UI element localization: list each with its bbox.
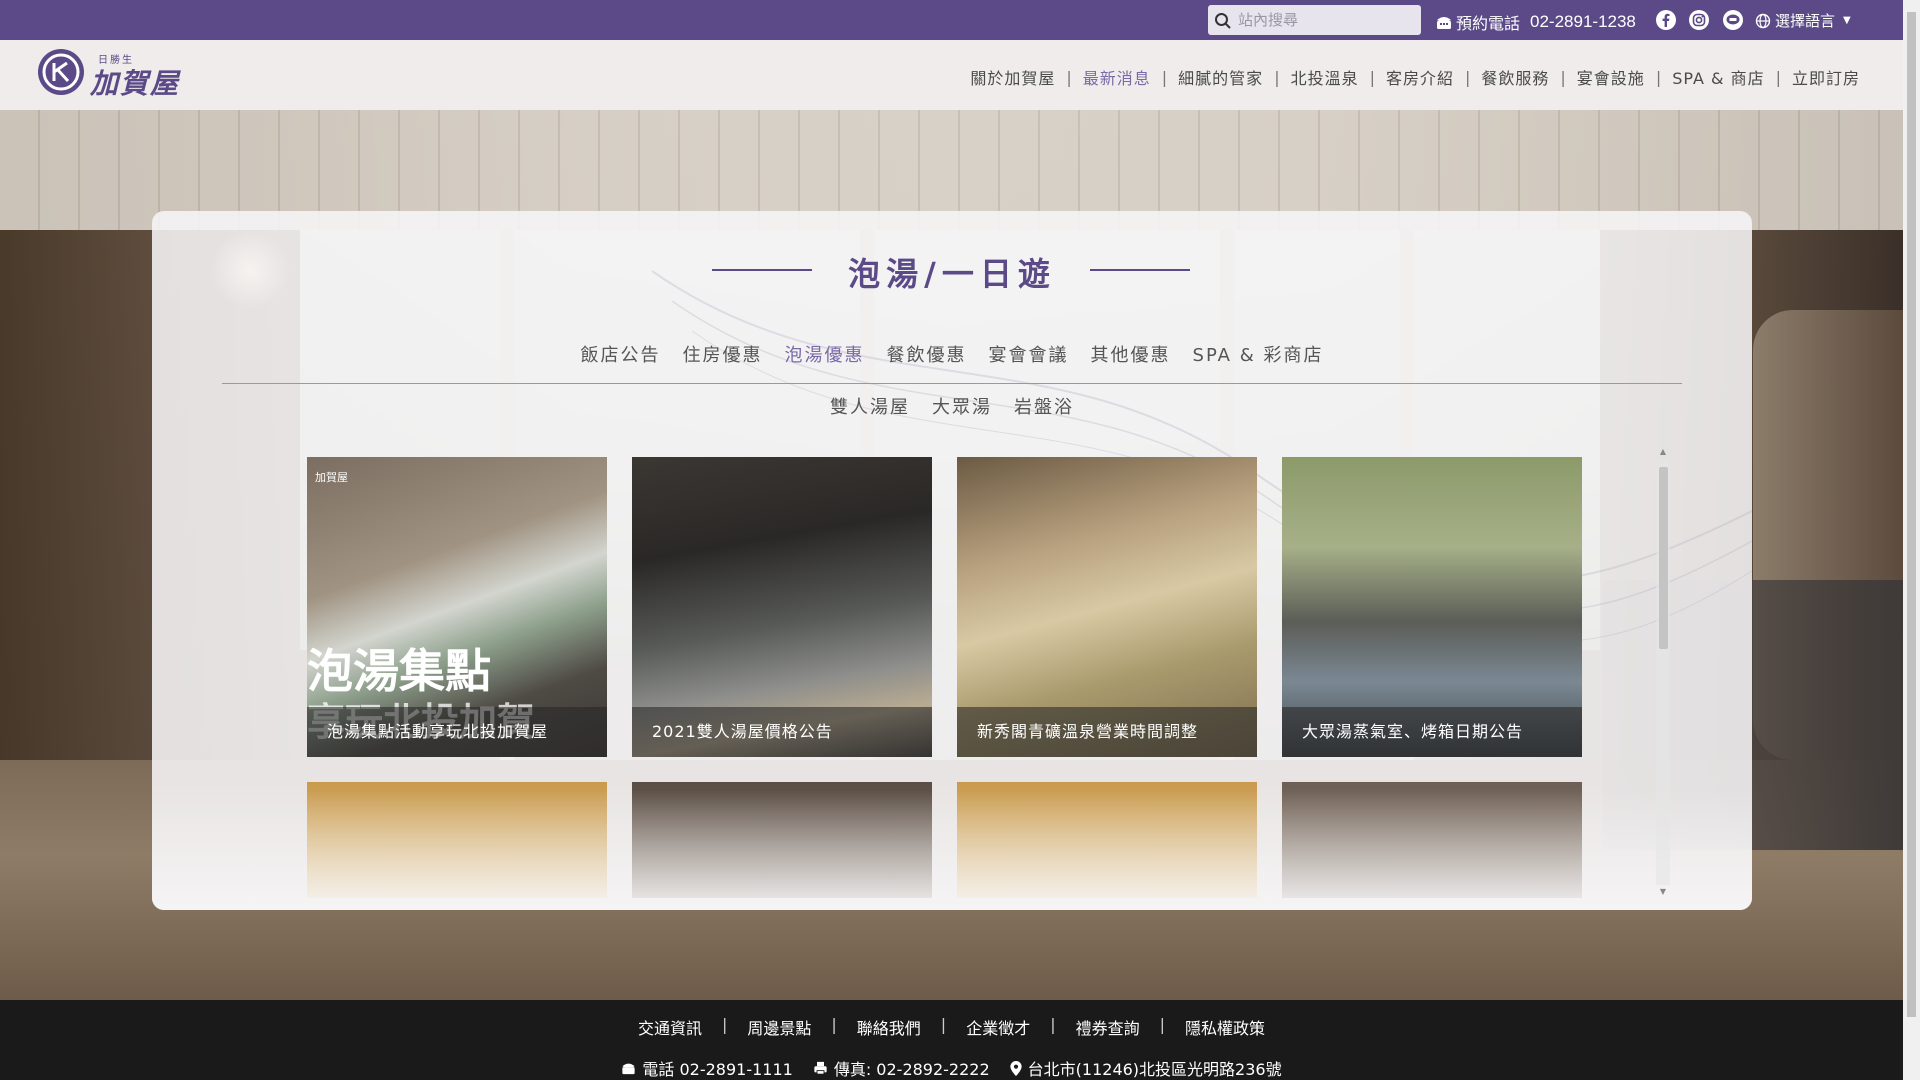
site-header: 日勝生 加賀屋 關於加賀屋 | 最新消息 | 細膩的管家 | 北投溫泉 | 客房介紹 | 餐飲服務 |… <box>0 40 1903 110</box>
footer-address: 台北市(11246)北投區光明路236號 <box>1010 1056 1282 1080</box>
category-tab[interactable]: 飯店公告 <box>581 341 661 367</box>
caret-down-icon: ▼ <box>1843 15 1851 26</box>
category-tab[interactable]: SPA & 彩商店 <box>1193 341 1324 367</box>
category-tabs: 飯店公告 住房優惠 泡湯優惠 餐飲優惠 宴會會議 其他優惠 SPA & 彩商店 <box>152 341 1752 367</box>
card-logo-text: 加賀屋 <box>315 471 348 484</box>
footer-links: 交通資訊 | 周邊景點 | 聯絡我們 | 企業徵才 | 禮券查詢 | 隱私權政策 <box>0 1015 1903 1039</box>
footer-link[interactable]: 隱私權政策 <box>1185 1015 1265 1039</box>
grid-scrollbar[interactable]: ▲ ▼ <box>1656 447 1670 899</box>
facebook-icon[interactable] <box>1656 10 1676 30</box>
subcategory-tab[interactable]: 岩盤浴 <box>1014 393 1074 419</box>
category-tab[interactable]: 宴會會議 <box>989 341 1069 367</box>
footer-separator: | <box>721 1015 728 1034</box>
category-tab[interactable]: 餐飲優惠 <box>887 341 967 367</box>
subcategory-tab[interactable]: 雙人湯屋 <box>830 393 910 419</box>
news-card-caption: 2021雙人湯屋價格公告 <box>632 707 932 757</box>
tab-divider <box>222 383 1682 384</box>
scroll-thumb[interactable] <box>1659 467 1668 649</box>
nav-separator: | <box>1274 67 1280 87</box>
footer-separator: | <box>940 1015 947 1034</box>
nav-separator: | <box>1655 67 1662 87</box>
nav-item[interactable]: 立即訂房 <box>1791 65 1861 89</box>
footer-fax-text: 傳真: 02-2892-2222 <box>833 1060 990 1079</box>
nav-item[interactable]: 宴會設施 <box>1576 65 1646 89</box>
instagram-icon[interactable] <box>1689 10 1709 30</box>
booking-label: 預約電話 <box>1456 14 1521 33</box>
search-icon[interactable] <box>1214 12 1232 30</box>
footer-link[interactable]: 企業徵才 <box>966 1015 1030 1039</box>
news-card-caption: 大眾湯蒸氣室、烤箱日期公告 <box>1282 707 1582 757</box>
logo-mark <box>38 49 84 95</box>
news-card[interactable]: 大眾湯蒸氣室、烤箱日期公告 <box>1282 457 1582 757</box>
logo-text: 加賀屋 <box>90 67 181 100</box>
page-title: 泡湯/一日遊 <box>848 255 1056 293</box>
footer-separator: | <box>831 1015 837 1034</box>
subcategory-tab[interactable]: 大眾湯 <box>932 393 992 419</box>
globe-icon <box>1755 13 1771 28</box>
footer-link[interactable]: 聯絡我們 <box>857 1015 921 1039</box>
site-footer: 交通資訊 | 周邊景點 | 聯絡我們 | 企業徵才 | 禮券查詢 | 隱私權政策 電話 02-289… <box>0 1000 1903 1080</box>
footer-phone-text[interactable]: 電話 02-2891-1111 <box>642 1056 792 1080</box>
site-logo[interactable]: 日勝生 加賀屋 <box>38 49 210 100</box>
search-input[interactable] <box>1238 8 1416 32</box>
scroll-down-icon[interactable]: ▼ <box>1658 887 1668 897</box>
nav-item[interactable]: 餐飲服務 <box>1480 65 1550 89</box>
nav-item[interactable]: 最新消息 <box>1082 65 1152 89</box>
nav-item[interactable]: 細膩的管家 <box>1177 65 1264 89</box>
category-tab[interactable]: 其他優惠 <box>1091 341 1171 367</box>
nav-separator: | <box>1066 67 1072 87</box>
category-tab[interactable]: 住房優惠 <box>683 341 763 367</box>
nav-item[interactable]: 北投溫泉 <box>1290 65 1360 89</box>
nav-separator: | <box>1560 67 1566 87</box>
nav-separator: | <box>1775 67 1781 87</box>
title-line-right <box>1090 269 1190 271</box>
nav-separator: | <box>1161 67 1168 87</box>
nav-item[interactable]: 關於加賀屋 <box>969 65 1056 89</box>
booking-phone[interactable]: 預約電話 02-2891-1238 <box>1436 10 1636 34</box>
news-card[interactable]: 2021雙人湯屋價格公告 <box>632 457 932 757</box>
news-panel: 泡湯/一日遊 飯店公告 住房優惠 泡湯優惠 餐飲優惠 宴會會議 其他優惠 SPA & 彩商店… <box>152 211 1752 910</box>
phone-icon <box>622 1063 636 1075</box>
footer-phone: 電話 02-2891-1111 <box>621 1056 793 1080</box>
news-card-caption: 泡湯集點活動享玩北投加賀屋 <box>307 707 607 757</box>
footer-link[interactable]: 交通資訊 <box>638 1015 702 1039</box>
footer-separator: | <box>1050 1015 1056 1034</box>
fax-icon <box>814 1061 827 1075</box>
news-card[interactable]: 新秀閣青礦溫泉營業時間調整 <box>957 457 1257 757</box>
booking-phone-number[interactable]: 02-2891-1238 <box>1530 12 1636 32</box>
bottom-fade <box>152 790 1752 910</box>
line-icon[interactable] <box>1723 10 1743 30</box>
footer-link[interactable]: 周邊景點 <box>747 1015 811 1039</box>
nav-separator: | <box>1465 67 1471 87</box>
footer-separator: | <box>1159 1015 1165 1034</box>
nav-item[interactable]: 客房介紹 <box>1385 65 1455 89</box>
location-pin-icon <box>1010 1060 1022 1076</box>
subcategory-tabs: 雙人湯屋 大眾湯 岩盤浴 <box>152 393 1752 419</box>
footer-link[interactable]: 禮券查詢 <box>1076 1015 1140 1039</box>
main-nav: 關於加賀屋 | 最新消息 | 細膩的管家 | 北投溫泉 | 客房介紹 | 餐飲服務 | 宴會設施 | SPA… <box>969 65 1861 89</box>
scroll-up-icon[interactable]: ▲ <box>1658 447 1668 457</box>
nav-item[interactable]: SPA & 商店 <box>1671 65 1765 89</box>
page-scroll-thumb[interactable] <box>1907 12 1916 1017</box>
language-label: 選擇語言 <box>1775 12 1836 30</box>
language-selector[interactable]: 選擇語言 ▼ <box>1755 10 1851 31</box>
news-card[interactable]: 加賀屋泡湯集點享玩北投加賀泡湯集點活動享玩北投加賀屋 <box>307 457 607 757</box>
nav-separator: | <box>1369 67 1375 87</box>
news-card-caption: 新秀閣青礦溫泉營業時間調整 <box>957 707 1257 757</box>
footer-contact: 電話 02-2891-1111 傳真: 02-2892-2222 台北市(112… <box>0 1056 1903 1080</box>
footer-address-text[interactable]: 台北市(11246)北投區光明路236號 <box>1028 1056 1282 1080</box>
phone-icon <box>1437 17 1451 29</box>
top-bar: 預約電話 02-2891-1238 選擇語言 ▼ <box>0 0 1903 40</box>
page-scrollbar[interactable] <box>1903 0 1920 1080</box>
category-tab[interactable]: 泡湯優惠 <box>785 341 865 367</box>
footer-fax: 傳真: 02-2892-2222 <box>813 1056 990 1080</box>
site-search[interactable] <box>1208 5 1421 35</box>
